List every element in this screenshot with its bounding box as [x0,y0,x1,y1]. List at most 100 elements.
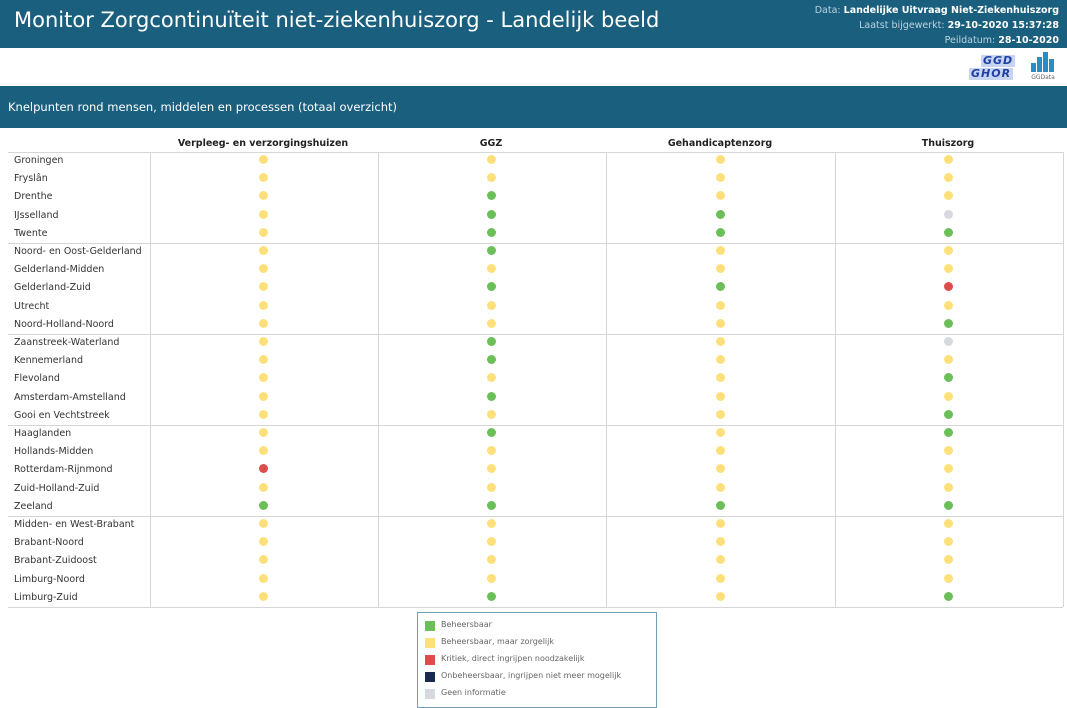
last-updated-label: Laatst bijgewerkt: [859,20,945,31]
status-dot [943,318,953,328]
status-dot [258,209,268,219]
legend-label: Beheersbaar [441,620,492,629]
legend-label: Onbeheersbaar, ingrijpen niet meer mogel… [441,671,622,680]
status-dot [486,519,496,528]
status-dot [486,555,496,565]
status-dot [258,155,268,164]
status-dot [258,264,268,274]
table-row: Gelderland-Midden [0,261,1063,279]
status-dot [943,282,953,292]
legend-label: Geen informatie [441,688,506,697]
status-dot [943,391,953,401]
logo-area: GGD GHOR GGData [967,51,1061,81]
status-dot [258,318,268,328]
header-meta: Data: Landelijke Uitvraag Niet-Ziekenhui… [815,3,1059,48]
region-name: Haaglanden [14,428,72,439]
status-dot [486,500,496,510]
region-name: Noord- en Oost-Gelderland [14,246,142,257]
status-dot [943,464,953,474]
status-dot [943,519,953,528]
legend-swatch [425,655,435,665]
column-header: Verpleeg- en verzorgingshuizen [177,138,349,149]
status-dot [486,227,496,237]
table-row: Kennemerland [0,352,1063,370]
status-dot [943,300,953,310]
status-dot [258,191,268,201]
region-name: Noord-Holland-Noord [14,318,114,330]
status-dot [943,173,953,183]
header-bar: Monitor Zorgcontinuïteit niet-ziekenhuis… [0,0,1067,48]
status-dot [258,282,268,292]
row-group-divider [8,607,1063,608]
status-dot [486,337,496,346]
region-name: Hollands-Midden [14,446,94,458]
status-dot [486,409,496,419]
page-title: Monitor Zorgcontinuïteit niet-ziekenhuis… [14,8,660,32]
region-name: Brabant-Noord [14,537,84,549]
table-row: IJsselland [0,207,1063,225]
status-dot [486,246,496,255]
status-dot [715,446,725,456]
section-header: Knelpunten rond mensen, middelen en proc… [0,86,1067,128]
legend-label: Kritiek, direct ingrijpen noodzakelijk [441,654,585,663]
table-row: Midden- en West-Brabant [0,516,1063,534]
column-header: Thuiszorg [921,138,975,149]
status-dot [715,191,725,201]
table-row: Limburg-Noord [0,571,1063,589]
table-row: Zeeland [0,498,1063,516]
table-row: Hollands-Midden [0,443,1063,461]
status-dot [486,428,496,437]
data-source-label: Data: [814,5,841,16]
status-dot [715,300,725,310]
status-dot [943,591,953,601]
status-dot [715,482,725,492]
status-dot [715,428,725,437]
ggdata-logo-text: GGData [1031,74,1055,81]
status-dot [943,537,953,547]
status-dot [258,500,268,510]
status-dot [943,482,953,492]
region-name: Drenthe [14,191,53,203]
section-title: Knelpunten rond mensen, middelen en proc… [8,100,397,114]
status-dot [715,573,725,583]
peildatum-value: 28-10-2020 [998,35,1059,46]
status-dot [486,464,496,474]
status-dot [715,209,725,219]
region-name: IJsselland [14,209,59,221]
status-dot [258,227,268,237]
ggdata-logo-bar [1043,52,1048,72]
status-dot [486,355,496,365]
region-name: Gelderland-Midden [14,264,105,276]
status-dot [715,464,725,474]
region-name: Kennemerland [14,355,84,367]
region-name: Zeeland [14,500,53,512]
table-row: Amsterdam-Amstelland [0,389,1063,407]
status-dot [258,573,268,583]
table-row: Twente [0,225,1063,243]
region-name: Groningen [14,155,64,166]
status-dot [943,227,953,237]
data-source-value: Landelijke Uitvraag Niet-Ziekenhuiszorg [843,5,1059,16]
peildatum-label: Peildatum: [944,35,996,46]
status-dot [715,282,725,292]
status-dot [258,591,268,601]
status-dot [258,173,268,183]
legend: Beheersbaar Beheersbaar, maar zorgelijk Kr… [417,612,657,708]
status-dot [486,482,496,492]
legend-swatch [425,689,435,699]
ggdata-logo-bar [1037,57,1042,72]
legend-swatch [425,621,435,631]
status-dot [715,173,725,183]
status-dot [715,355,725,365]
status-dot [486,391,496,401]
status-dot [258,300,268,310]
table-row: Utrecht [0,298,1063,316]
status-dot [486,209,496,219]
table-row: Rotterdam-Rijnmond [0,461,1063,479]
status-dot [258,409,268,419]
status-dot [715,591,725,601]
status-dot [943,409,953,419]
ghor-logo-text: GHOR [969,67,1014,80]
status-dot [486,318,496,328]
status-dot [715,337,725,346]
